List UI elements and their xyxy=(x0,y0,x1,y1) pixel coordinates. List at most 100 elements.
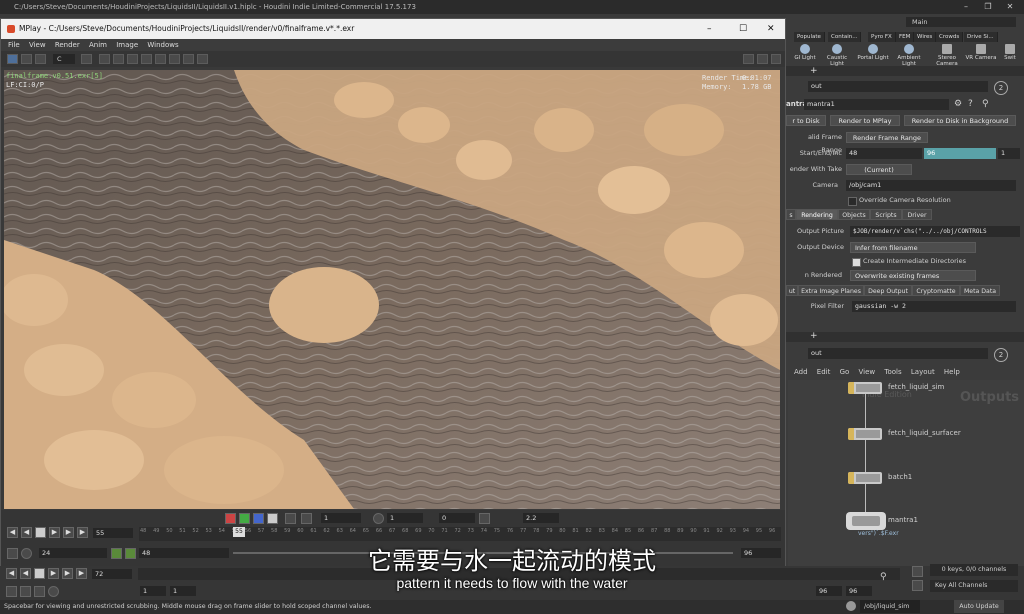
menu-view[interactable]: View xyxy=(29,41,46,49)
layout-icon[interactable] xyxy=(743,54,754,64)
node-batch1[interactable] xyxy=(848,472,882,484)
gamma-field[interactable]: 1 xyxy=(387,513,423,523)
green-channel-icon[interactable] xyxy=(239,513,250,524)
subtab-meta-data[interactable]: Meta Data xyxy=(960,285,1000,296)
tool-icon[interactable] xyxy=(169,54,180,64)
minimize-icon[interactable]: – xyxy=(707,19,712,39)
menu-windows[interactable]: Windows xyxy=(147,41,178,49)
prev-frame-icon[interactable]: ◀ xyxy=(21,527,32,538)
tool-icon[interactable] xyxy=(197,54,208,64)
add-tab-icon[interactable]: + xyxy=(810,66,818,76)
param-path-field[interactable]: out xyxy=(808,81,988,92)
tab-driver[interactable]: Driver xyxy=(902,209,932,220)
menu-tools[interactable]: Tools xyxy=(884,368,901,376)
tool-icon[interactable] xyxy=(155,54,166,64)
help-icon[interactable]: ? xyxy=(968,99,973,109)
pixel-filter-field[interactable]: gaussian -w 2 xyxy=(852,301,1016,312)
menu-view[interactable]: View xyxy=(859,368,876,376)
shelf-tab-container[interactable]: Contain... xyxy=(828,32,862,42)
tool-icon[interactable] xyxy=(141,54,152,64)
layout-icon[interactable] xyxy=(757,54,768,64)
tab-scripts[interactable]: Scripts xyxy=(870,209,902,220)
shelf-tab-pyro[interactable]: Pyro FX xyxy=(868,32,896,42)
maximize-icon[interactable]: ☐ xyxy=(739,19,747,39)
red-channel-icon[interactable] xyxy=(225,513,236,524)
node-fetch-liquid-sim[interactable] xyxy=(848,382,882,394)
menu-image[interactable]: Image xyxy=(116,41,138,49)
take-dropdown[interactable]: (Current) xyxy=(846,164,912,175)
subtab-deep-output[interactable]: Deep Output xyxy=(864,285,912,296)
node-name-field[interactable]: mantra1 xyxy=(804,99,949,110)
search-icon[interactable]: ⚲ xyxy=(982,99,989,109)
compare-icon[interactable] xyxy=(35,54,46,64)
gamma-value-field[interactable]: 2.2 xyxy=(523,513,559,523)
step-back-icon[interactable]: ◀ xyxy=(7,527,18,538)
tab-s[interactable]: s xyxy=(786,209,796,220)
network-pin-badge[interactable]: 2 xyxy=(994,348,1008,362)
pin-badge[interactable]: 2 xyxy=(994,81,1008,95)
channel-select[interactable]: C xyxy=(53,54,75,64)
end-frame-icon[interactable]: ▶ xyxy=(77,527,88,538)
menu-render[interactable]: Render xyxy=(55,41,80,49)
minimize-icon[interactable]: – xyxy=(955,0,977,14)
stop-icon[interactable] xyxy=(35,527,46,538)
adjust-icon[interactable] xyxy=(301,513,312,524)
layout-icon[interactable] xyxy=(771,54,781,64)
menu-edit[interactable]: Edit xyxy=(817,368,831,376)
create-dirs-checkbox[interactable] xyxy=(852,258,861,267)
output-device-dropdown[interactable]: Infer from filename xyxy=(850,242,976,253)
tool-icon[interactable] xyxy=(183,54,194,64)
tool-icon[interactable] xyxy=(127,54,138,64)
channel-dropdown-icon[interactable] xyxy=(81,54,92,64)
contrast-icon[interactable] xyxy=(373,513,384,524)
render-to-mplay-button[interactable]: Render to MPlay xyxy=(830,115,900,126)
switch-tool[interactable]: Swit xyxy=(996,42,1024,68)
view-mode-icon[interactable] xyxy=(7,54,18,64)
frame-slider[interactable]: 48 49 50 51 52 53 54 5556 57 58 59 60 61 62 63 64 65 66 67… xyxy=(139,527,781,541)
close-icon[interactable]: ✕ xyxy=(767,19,775,39)
current-frame-field[interactable]: 55 xyxy=(93,528,133,538)
render-background-button[interactable]: Render to Disk in Background xyxy=(904,115,1016,126)
tool-icon[interactable] xyxy=(113,54,124,64)
subtab-output[interactable]: ut xyxy=(786,285,798,296)
menu-help[interactable]: Help xyxy=(944,368,960,376)
brightness-field[interactable]: 1 xyxy=(321,513,361,523)
zoom-icon[interactable] xyxy=(479,513,490,524)
end-frame-field[interactable]: 96 xyxy=(924,148,996,159)
output-picture-field[interactable]: $JOB/render/v`chs("../../obj/CONTROLS xyxy=(850,226,1020,237)
vr-camera-tool[interactable]: VR Camera xyxy=(964,42,998,68)
portal-light-tool[interactable]: Portal Light xyxy=(856,42,890,68)
render-to-disk-button[interactable]: r to Disk xyxy=(786,115,826,126)
gi-light-tool[interactable]: GI Light xyxy=(788,42,822,68)
frame-range-dropdown[interactable]: Render Frame Range xyxy=(846,132,928,143)
offset-field[interactable]: 0 xyxy=(439,513,475,523)
status-path[interactable]: /obj/liquid_sim xyxy=(860,600,920,613)
start-frame-field[interactable]: 48 xyxy=(846,148,922,159)
desktop-selector[interactable]: Main xyxy=(906,17,1016,27)
subtab-extra-image-planes[interactable]: Extra Image Planes xyxy=(798,285,864,296)
caustic-light-tool[interactable]: Caustic Light xyxy=(820,42,854,68)
gear-icon[interactable]: ⚙ xyxy=(954,99,962,109)
stereo-camera-tool[interactable]: Stereo Camera xyxy=(930,42,964,68)
menu-file[interactable]: File xyxy=(8,41,20,49)
shelf-tab-fem[interactable]: FEM xyxy=(896,32,915,42)
shelf-tab-drive[interactable]: Drive Si... xyxy=(964,32,998,42)
menu-add[interactable]: Add xyxy=(794,368,808,376)
node-fetch-liquid-surfacer[interactable] xyxy=(848,428,882,440)
shelf-tab-crowds[interactable]: Crowds xyxy=(936,32,964,42)
frame-marker[interactable]: 55 xyxy=(233,527,245,537)
shelf-tab-populate[interactable]: Populate xyxy=(794,32,825,42)
subtab-cryptomatte[interactable]: Cryptomatte xyxy=(912,285,960,296)
render-image-viewport[interactable]: finalframe.v0.51.exr[5] LF:CI:0/P Render… xyxy=(4,70,780,509)
menu-anim[interactable]: Anim xyxy=(89,41,107,49)
rendered-frames-dropdown[interactable]: Overwrite existing frames xyxy=(850,270,976,281)
menu-layout[interactable]: Layout xyxy=(911,368,935,376)
network-path-field[interactable]: out xyxy=(808,348,988,359)
grid-icon[interactable] xyxy=(21,54,32,64)
auto-update-dropdown[interactable]: Auto Update xyxy=(954,600,1004,613)
blue-channel-icon[interactable] xyxy=(253,513,264,524)
lut-icon[interactable] xyxy=(285,513,296,524)
ambient-light-tool[interactable]: Ambient Light xyxy=(892,42,926,68)
add-tab-icon[interactable]: + xyxy=(810,331,818,341)
tool-icon[interactable] xyxy=(99,54,110,64)
